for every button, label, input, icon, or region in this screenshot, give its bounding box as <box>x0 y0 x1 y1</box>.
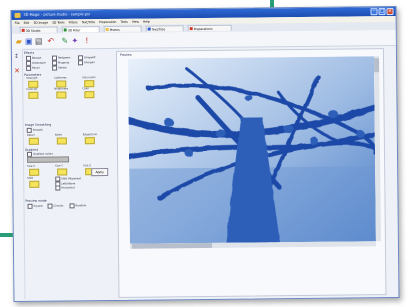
undo-icon[interactable]: ↶ <box>46 37 56 46</box>
tab-label: Photos <box>109 27 120 32</box>
delete-icon[interactable]: ✕ <box>14 67 20 75</box>
tab-color-icon <box>105 28 109 32</box>
tab-label: Preparations <box>193 26 213 32</box>
vertical-scroll-thumb[interactable] <box>374 58 380 73</box>
app-window: 3D Magic - picture studio - sample.psl –… <box>10 5 400 303</box>
tab-label: Text/Title <box>151 27 166 32</box>
minimize-button[interactable]: – <box>370 8 378 16</box>
value-label: Noise <box>54 133 63 137</box>
print-icon[interactable]: ▤ <box>34 37 44 46</box>
horizontal-scroll-thumb[interactable] <box>131 242 212 249</box>
tab-3d-filter[interactable]: 3D Filter <box>61 26 100 33</box>
value-field[interactable] <box>28 137 39 145</box>
smoothing-section-title: Image Smoothing <box>24 122 52 127</box>
value-label: Detail <box>26 133 35 137</box>
tab-label: 3D Filter <box>67 28 81 33</box>
tab-color-icon <box>63 28 67 32</box>
tab-label: 3D Studio <box>25 28 41 33</box>
tab-color-icon <box>21 28 25 32</box>
maximize-button[interactable]: □ <box>378 8 386 16</box>
size-field[interactable] <box>29 168 40 176</box>
preview-mode-option[interactable]: Random <box>69 203 87 209</box>
canvas-label: Preview <box>119 52 132 57</box>
effects-panel: Effects Blueart Redgreen Graywell Greent… <box>24 50 112 256</box>
tab-color-icon <box>147 27 151 31</box>
size-label: Size Z <box>83 164 92 168</box>
param-value-field[interactable] <box>28 91 39 99</box>
tab-photos[interactable]: Photos <box>103 25 142 33</box>
effect-option[interactable]: Sharpen <box>78 60 95 66</box>
param-value-field[interactable] <box>56 91 67 99</box>
shift-label: Shift <box>27 176 34 180</box>
tab-preparations[interactable]: Preparations <box>187 24 232 32</box>
shift-option[interactable]: Horizontal <box>55 185 75 191</box>
photo-canvas[interactable] <box>127 56 376 244</box>
size-label: Size Y <box>55 164 63 168</box>
size-label: Size X <box>27 164 36 168</box>
toolbar: ▰ ▣ ▤ ↶ ✎ ✦ ! <box>11 29 396 51</box>
param-label: Contrast <box>26 87 38 91</box>
smooth-checkbox[interactable]: Smooth <box>26 127 43 133</box>
preview-mode-section-title: Preview mode <box>25 198 47 203</box>
param-label: Saturation <box>82 76 96 80</box>
effect-option[interactable]: Sketch <box>52 65 67 71</box>
app-icon <box>14 12 21 18</box>
param-label: Brightness <box>54 87 69 91</box>
tab-text-title[interactable]: Text/Title <box>145 25 184 32</box>
param-value-field[interactable] <box>84 80 95 88</box>
shift-field[interactable] <box>29 180 40 188</box>
preview-mode-option[interactable]: Circular <box>47 203 64 209</box>
effects-icon[interactable]: ✦ <box>70 36 80 45</box>
gradient-bar[interactable] <box>27 156 70 163</box>
preview-mode-option[interactable]: Square <box>27 203 43 209</box>
param-label: Color <box>82 87 90 91</box>
param-label: Strength <box>26 76 38 80</box>
apply-button[interactable]: Apply <box>91 168 109 177</box>
close-button[interactable]: × <box>386 8 394 16</box>
value-field[interactable] <box>56 137 67 145</box>
value-label: Edge/Grain <box>82 133 98 137</box>
param-value-field[interactable] <box>84 91 95 99</box>
folder-open-icon[interactable]: ▰ <box>14 37 24 46</box>
tab-3d-studio[interactable]: 3D Studio <box>19 26 58 33</box>
tab-color-icon <box>189 27 193 31</box>
value-field[interactable] <box>84 137 95 145</box>
effect-option[interactable]: Pencil <box>26 65 40 71</box>
effects-section-title: Effects <box>23 50 35 55</box>
param-label: Lightness <box>54 76 67 80</box>
info-icon[interactable]: ! <box>82 36 92 45</box>
save-icon[interactable]: ▣ <box>24 37 34 46</box>
move-tool-icon[interactable]: ↕ <box>14 53 19 60</box>
size-field[interactable] <box>57 168 68 176</box>
paint-icon[interactable]: ✎ <box>60 36 70 45</box>
